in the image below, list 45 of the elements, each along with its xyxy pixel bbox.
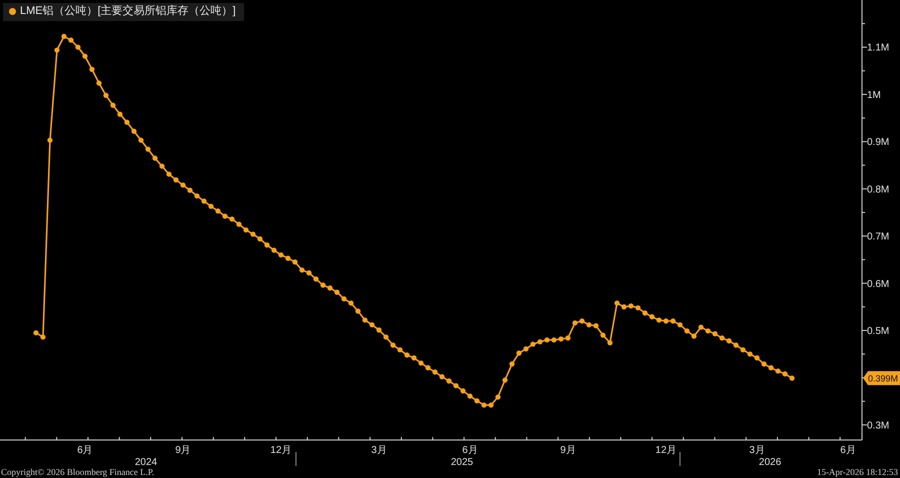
data-point — [82, 54, 88, 59]
copyright-text: Copyright© 2026 Bloomberg Finance L.P. — [1, 466, 154, 478]
year-label: 2024 — [134, 457, 158, 466]
data-point — [152, 156, 158, 161]
axis-label: 0.3M — [867, 420, 890, 432]
data-point — [607, 340, 613, 346]
data-point — [600, 332, 606, 338]
data-point — [75, 44, 81, 50]
data-point — [47, 138, 53, 143]
data-point — [502, 377, 508, 383]
legend-label: LME铝（公吨）[主要交易所铝库存（公吨）] — [20, 4, 236, 19]
axis-label: 3月 — [371, 445, 387, 456]
axis-label: 0.7M — [867, 232, 890, 243]
year-label: 2026 — [758, 457, 782, 466]
axis-label: 12月 — [270, 445, 292, 456]
data-point — [131, 128, 137, 134]
data-point — [117, 112, 123, 117]
axis-label: 6月 — [840, 445, 856, 456]
timestamp: 15-Apr-2026 18:12:53 — [816, 466, 898, 478]
data-point — [103, 92, 109, 98]
axis-label: 0.9M — [867, 137, 890, 148]
data-point — [89, 66, 95, 72]
data-point — [355, 308, 361, 314]
data-point — [509, 361, 515, 367]
data-point — [138, 138, 144, 143]
year-label: 2025 — [450, 457, 474, 466]
data-point — [495, 394, 501, 400]
data-point — [145, 146, 151, 152]
data-point — [54, 47, 60, 53]
axis-label: 0.6M — [867, 278, 890, 290]
axis-label: 6月 — [462, 445, 478, 456]
axis-label: 0.8M — [867, 184, 890, 196]
value-badge: 0.399M — [863, 371, 900, 386]
axis-label: 12月 — [655, 445, 677, 456]
data-point — [159, 164, 165, 169]
data-point — [124, 120, 130, 125]
axis-label: 3月 — [749, 445, 765, 456]
axis-label: 0.5M — [867, 326, 890, 337]
data-point — [96, 80, 102, 86]
axis-label: 1M — [867, 90, 881, 101]
axis-label: 6月 — [77, 445, 93, 456]
axis-label: 9月 — [175, 445, 191, 456]
axis-label: 9月 — [560, 445, 576, 456]
axis-label: 1.1M — [867, 42, 890, 54]
data-point — [110, 102, 116, 108]
